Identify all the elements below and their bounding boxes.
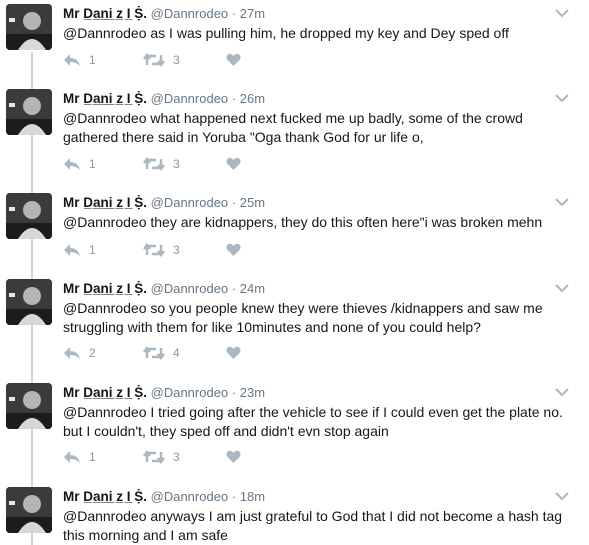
retweet-button[interactable]: 3: [143, 240, 180, 260]
reply-count: 1: [89, 243, 96, 257]
timestamp[interactable]: 24m: [240, 281, 265, 296]
tweet-text: @Dannrodeo anyways I am just grateful to…: [63, 508, 563, 543]
avatar[interactable]: [6, 89, 52, 135]
display-name[interactable]: Mr D̲a̲n̲i̲ z̲ I̲ Ṩ.: [63, 489, 147, 504]
timestamp[interactable]: 27m: [240, 6, 265, 21]
separator-dot: ·: [231, 91, 237, 106]
display-name[interactable]: Mr D̲a̲n̲i̲ z̲ I̲ Ṩ.: [63, 281, 147, 296]
avatar[interactable]: [6, 4, 52, 50]
retweet-button[interactable]: 4: [143, 343, 180, 363]
separator-dot: ·: [231, 195, 237, 210]
reply-button[interactable]: 1: [63, 50, 96, 70]
reply-icon: [64, 54, 80, 66]
user-handle[interactable]: @Dannrodeo: [151, 385, 229, 400]
user-handle[interactable]: @Dannrodeo: [151, 281, 229, 296]
reply-count: 1: [89, 450, 96, 464]
retweet-count: 4: [173, 346, 180, 360]
tweet-header: Mr D̲a̲n̲i̲ z̲ I̲ Ṩ. @Dannrodeo · 23m: [63, 383, 265, 403]
timestamp[interactable]: 23m: [240, 385, 265, 400]
avatar[interactable]: [6, 193, 52, 239]
reply-button[interactable]: 2: [63, 343, 96, 363]
reply-icon: [64, 158, 80, 170]
chevron-down-icon[interactable]: [555, 197, 569, 207]
reply-count: 1: [89, 157, 96, 171]
like-button[interactable]: [226, 447, 241, 467]
separator-dot: ·: [231, 6, 237, 21]
heart-icon: [226, 346, 241, 359]
separator-dot: ·: [231, 281, 237, 296]
reply-button[interactable]: 1: [63, 240, 96, 260]
retweet-count: 3: [173, 450, 180, 464]
timestamp[interactable]: 26m: [240, 91, 265, 106]
reply-icon: [64, 244, 80, 256]
tweet-text: @Dannrodeo I tried going after the vehic…: [63, 404, 563, 439]
user-handle[interactable]: @Dannrodeo: [151, 489, 229, 504]
heart-icon: [226, 243, 241, 256]
tweet-text: @Dannrodeo so you people knew they were …: [63, 300, 543, 335]
retweet-icon: [143, 243, 165, 257]
display-name[interactable]: Mr D̲a̲n̲i̲ z̲ I̲ Ṩ.: [63, 91, 147, 106]
tweet-header: Mr D̲a̲n̲i̲ z̲ I̲ Ṩ. @Dannrodeo · 18m: [63, 487, 265, 507]
like-button[interactable]: [226, 50, 241, 70]
retweet-count: 3: [173, 157, 180, 171]
tweet-text: @Dannrodeo they are kidnappers, they do …: [63, 214, 543, 230]
tweet-header: Mr D̲a̲n̲i̲ z̲ I̲ Ṩ. @Dannrodeo · 24m: [63, 279, 265, 299]
display-name[interactable]: Mr D̲a̲n̲i̲ z̲ I̲ Ṩ.: [63, 385, 147, 400]
timestamp[interactable]: 18m: [240, 489, 265, 504]
user-handle[interactable]: @Dannrodeo: [151, 6, 229, 21]
heart-icon: [226, 450, 241, 463]
chevron-down-icon[interactable]: [555, 491, 569, 501]
display-name[interactable]: Mr D̲a̲n̲i̲ z̲ I̲ Ṩ.: [63, 6, 147, 21]
reply-button[interactable]: 1: [63, 154, 96, 174]
reply-count: 1: [89, 53, 96, 67]
retweet-icon: [143, 53, 165, 67]
display-name[interactable]: Mr D̲a̲n̲i̲ z̲ I̲ Ṩ.: [63, 195, 147, 210]
tweet-header: Mr D̲a̲n̲i̲ z̲ I̲ Ṩ. @Dannrodeo · 27m: [63, 4, 265, 24]
tweet-header: Mr D̲a̲n̲i̲ z̲ I̲ Ṩ. @Dannrodeo · 26m: [63, 89, 265, 109]
retweet-icon: [143, 450, 165, 464]
chevron-down-icon[interactable]: [555, 283, 569, 293]
reply-icon: [64, 451, 80, 463]
retweet-count: 3: [173, 243, 180, 257]
heart-icon: [226, 53, 241, 66]
retweet-icon: [143, 157, 165, 171]
retweet-icon: [143, 346, 165, 360]
reply-count: 2: [89, 346, 96, 360]
retweet-count: 3: [173, 53, 180, 67]
separator-dot: ·: [231, 385, 237, 400]
like-button[interactable]: [226, 240, 241, 260]
tweet-header: Mr D̲a̲n̲i̲ z̲ I̲ Ṩ. @Dannrodeo · 25m: [63, 193, 265, 213]
reply-icon: [64, 347, 80, 359]
chevron-down-icon[interactable]: [555, 387, 569, 397]
timestamp[interactable]: 25m: [240, 195, 265, 210]
avatar[interactable]: [6, 279, 52, 325]
like-button[interactable]: [226, 154, 241, 174]
reply-button[interactable]: 1: [63, 447, 96, 467]
retweet-button[interactable]: 3: [143, 50, 180, 70]
like-button[interactable]: [226, 343, 241, 363]
user-handle[interactable]: @Dannrodeo: [151, 195, 229, 210]
heart-icon: [226, 157, 241, 170]
tweet-text: @Dannrodeo as I was pulling him, he drop…: [63, 25, 509, 41]
user-handle[interactable]: @Dannrodeo: [151, 91, 229, 106]
tweet-text: @Dannrodeo what happened next fucked me …: [63, 110, 523, 145]
chevron-down-icon[interactable]: [555, 93, 569, 103]
avatar[interactable]: [6, 487, 52, 533]
retweet-button[interactable]: 3: [143, 447, 180, 467]
chevron-down-icon[interactable]: [555, 8, 569, 18]
retweet-button[interactable]: 3: [143, 154, 180, 174]
separator-dot: ·: [231, 489, 237, 504]
avatar[interactable]: [6, 383, 52, 429]
